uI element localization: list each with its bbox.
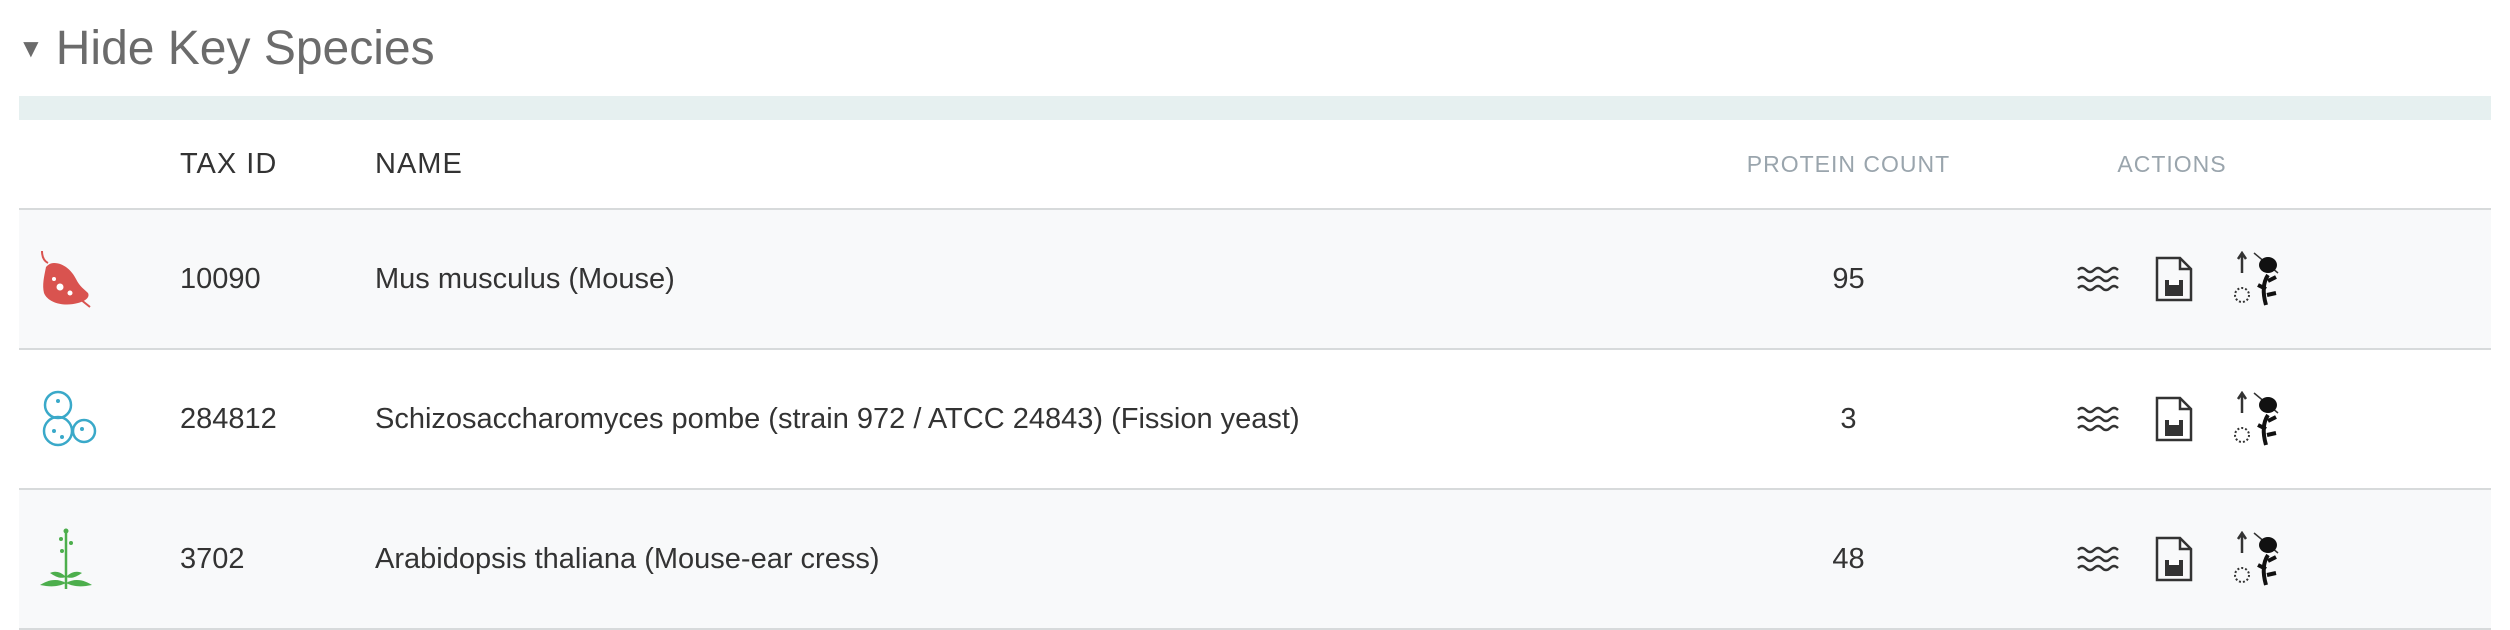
name-cell: Arabidopsis thaliana (Mouse-ear cress) (375, 542, 880, 575)
key-species-table: TAX ID NAME PROTEIN COUNT ACTIONS 10090 … (19, 120, 2491, 630)
table-row: 10090 Mus musculus (Mouse) 95 (19, 210, 2491, 350)
section-toggle[interactable]: ▼ Hide Key Species (18, 14, 435, 82)
actions-cell (1991, 391, 2491, 447)
arabidopsis-plant-icon (19, 527, 180, 591)
species-tree-icon[interactable] (2228, 251, 2282, 307)
table-header: TAX ID NAME PROTEIN COUNT ACTIONS (19, 120, 2491, 210)
tax-id-cell: 3702 (180, 542, 245, 575)
protein-count-cell: 48 (1832, 542, 1865, 575)
name-cell: Schizosaccharomyces pombe (strain 972 / … (375, 402, 1300, 435)
caret-down-icon: ▼ (18, 33, 44, 63)
sequence-alignment-icon[interactable] (2076, 544, 2120, 574)
species-tree-icon[interactable] (2228, 531, 2282, 587)
col-header-protein-count: PROTEIN COUNT (1746, 150, 1951, 177)
species-tree-icon[interactable] (2228, 391, 2282, 447)
section-divider-band (19, 96, 2491, 120)
col-header-tax-id: TAX ID (180, 147, 278, 180)
save-file-icon[interactable] (2154, 255, 2194, 303)
actions-cell (1991, 251, 2491, 307)
save-file-icon[interactable] (2154, 535, 2194, 583)
save-file-icon[interactable] (2154, 395, 2194, 443)
actions-cell (1991, 531, 2491, 587)
tax-id-cell: 10090 (180, 262, 261, 295)
tax-id-cell: 284812 (180, 402, 277, 435)
sequence-alignment-icon[interactable] (2076, 264, 2120, 294)
table-row: 284812 Schizosaccharomyces pombe (strain… (19, 350, 2491, 490)
mouse-icon (19, 249, 180, 309)
yeast-icon (19, 387, 180, 451)
protein-count-cell: 3 (1840, 402, 1857, 435)
section-title: Hide Key Species (55, 21, 435, 75)
sequence-alignment-icon[interactable] (2076, 404, 2120, 434)
protein-count-cell: 95 (1832, 262, 1865, 295)
col-header-name: NAME (375, 147, 463, 180)
col-header-actions: ACTIONS (2117, 150, 2227, 177)
name-cell: Mus musculus (Mouse) (375, 262, 675, 295)
table-row: 3702 Arabidopsis thaliana (Mouse-ear cre… (19, 490, 2491, 630)
